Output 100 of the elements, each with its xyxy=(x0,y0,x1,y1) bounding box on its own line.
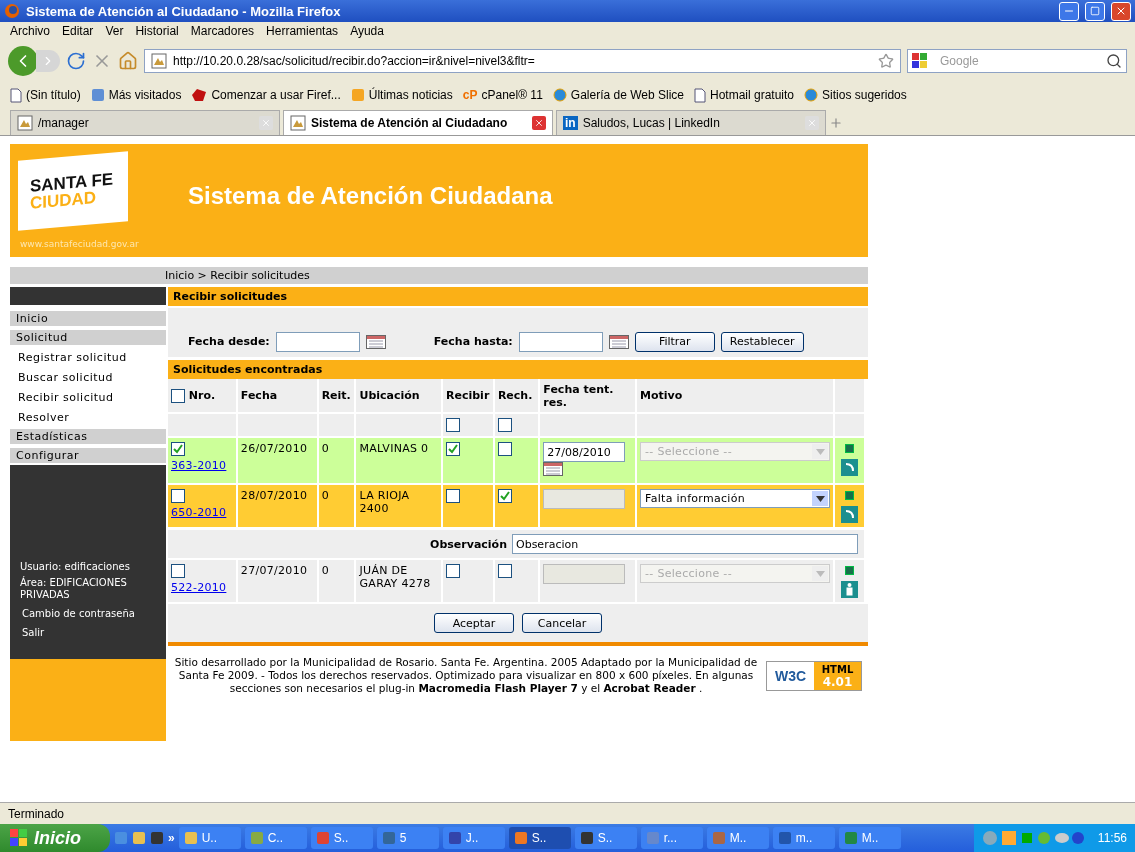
taskbar-item[interactable]: S.. xyxy=(310,827,373,849)
calendar-icon[interactable] xyxy=(608,334,629,349)
app-icon xyxy=(183,831,198,845)
request-link[interactable]: 650-2010 xyxy=(171,506,227,519)
checkbox[interactable] xyxy=(497,564,512,578)
request-link[interactable]: 363-2010 xyxy=(171,459,227,472)
taskbar-item[interactable]: M.. xyxy=(706,827,769,849)
maximize-button[interactable] xyxy=(1085,1,1105,21)
user-link[interactable]: Salir xyxy=(20,627,160,639)
menu-item[interactable]: Marcadores xyxy=(190,24,255,38)
checkbox[interactable] xyxy=(497,442,512,456)
page-icon xyxy=(10,87,22,103)
address-field[interactable]: http://10.20.0.28/sac/solicitud/recibir.do?accion=ir&nivel=nivel3&fltr= xyxy=(144,49,901,73)
checkbox[interactable] xyxy=(497,418,512,432)
menu-item[interactable]: Ayuda xyxy=(350,24,384,38)
menu-item[interactable]: Editar xyxy=(62,24,94,38)
checkbox[interactable] xyxy=(171,442,185,456)
checkbox[interactable] xyxy=(446,489,460,503)
menu-item[interactable]: Herramientas xyxy=(266,24,339,38)
calendar-icon[interactable] xyxy=(365,334,386,349)
user-link[interactable]: Cambio de contraseña xyxy=(20,608,160,620)
w3c-badge: W3C HTML 4.01 xyxy=(766,660,862,691)
taskbar-item[interactable]: S.. xyxy=(574,827,637,849)
start-button[interactable]: Inicio xyxy=(0,824,110,852)
date-field[interactable] xyxy=(275,331,360,352)
app-icon xyxy=(513,831,528,845)
checkbox[interactable] xyxy=(171,489,185,503)
taskbar-item[interactable]: C.. xyxy=(244,827,307,849)
status-icon xyxy=(845,444,854,453)
sidebar-link[interactable]: Registrar solicitud xyxy=(10,347,166,367)
browser-tab[interactable]: in Saludos, Lucas | LinkedIn xyxy=(556,110,826,135)
menu-item[interactable]: Archivo xyxy=(10,24,50,38)
sidebar-item[interactable]: Estadísticas xyxy=(10,429,166,444)
sidebar-link[interactable]: Recibir solicitud xyxy=(10,387,166,407)
person-button[interactable] xyxy=(841,581,858,598)
checkbox[interactable] xyxy=(497,489,512,503)
cpanel-icon: cP xyxy=(462,88,478,102)
sidebar-item[interactable]: Configurar xyxy=(10,448,166,463)
checkbox[interactable] xyxy=(446,418,460,432)
date-field[interactable] xyxy=(518,331,603,352)
taskbar-item[interactable]: S.. xyxy=(508,827,571,849)
bookmark[interactable]: Comenzar a usar Firef... xyxy=(191,88,341,102)
search-icon[interactable] xyxy=(1106,53,1122,69)
column-header: Nro. xyxy=(168,379,236,414)
back-button[interactable] xyxy=(8,46,38,76)
taskbar-item[interactable]: m.. xyxy=(772,827,835,849)
globe-icon xyxy=(552,88,567,102)
caret-icon xyxy=(815,448,825,455)
browser-tab[interactable]: Sistema de Atención al Ciudadano xyxy=(283,110,553,135)
column-header: Reit. xyxy=(318,379,355,414)
bookmark[interactable]: Más visitados xyxy=(90,88,182,102)
date-field[interactable]: 27/08/2010 xyxy=(543,442,626,462)
menu-item[interactable]: Historial xyxy=(135,24,179,38)
form-button[interactable]: Aceptar xyxy=(434,613,514,633)
clock: 11:56 xyxy=(1097,831,1127,845)
person-icon xyxy=(845,583,854,596)
sidebar-item[interactable]: Solicitud xyxy=(10,330,166,345)
filter-button[interactable]: Restablecer xyxy=(720,331,804,352)
arrow-button[interactable] xyxy=(841,506,858,523)
bookmark[interactable]: (Sin título) xyxy=(10,87,81,103)
close-icon xyxy=(1115,5,1127,17)
close-icon xyxy=(261,118,271,128)
sidebar-link[interactable]: Buscar solicitud xyxy=(10,367,166,387)
menu-item[interactable]: Ver xyxy=(105,24,124,38)
close-tab-button[interactable] xyxy=(532,116,546,130)
arrow-button[interactable] xyxy=(841,459,858,476)
sidebar-item[interactable]: Inicio xyxy=(10,311,166,326)
bookmark[interactable]: Sitios sugeridos xyxy=(804,88,907,102)
taskbar-item[interactable]: M.. xyxy=(838,827,901,849)
browser-tab[interactable]: /manager xyxy=(10,110,280,135)
close-button[interactable] xyxy=(1111,1,1131,21)
form-button[interactable]: Cancelar xyxy=(522,613,602,633)
observation-field[interactable]: Obseracion xyxy=(512,534,858,554)
checkbox[interactable] xyxy=(446,564,460,578)
bookmark[interactable]: Hotmail gratuito xyxy=(694,87,795,103)
bookmark[interactable]: cP cPanel® 11 xyxy=(462,88,543,102)
maximize-icon xyxy=(1090,6,1100,16)
reload-icon[interactable] xyxy=(66,51,86,71)
calendar-icon[interactable] xyxy=(543,462,564,476)
checkbox[interactable] xyxy=(171,564,185,578)
bookmark[interactable]: Últimas noticias xyxy=(350,88,453,102)
page-icon xyxy=(290,115,306,131)
more-button[interactable]: » xyxy=(168,831,175,845)
taskbar-item[interactable]: r... xyxy=(640,827,703,849)
app-icon xyxy=(114,831,128,845)
checkbox[interactable] xyxy=(446,442,460,456)
star-icon[interactable] xyxy=(878,53,894,69)
taskbar-item[interactable]: U.. xyxy=(178,827,241,849)
filter-button[interactable]: Filtrar xyxy=(634,331,715,352)
minimize-button[interactable] xyxy=(1059,1,1079,21)
reason-select[interactable]: Falta información xyxy=(640,489,831,508)
taskbar-item[interactable]: 5 xyxy=(376,827,439,849)
checkbox[interactable] xyxy=(171,388,185,403)
windows-flag-icon xyxy=(10,829,28,847)
sidebar-link[interactable]: Resolver xyxy=(10,407,166,427)
bookmark[interactable]: Galería de Web Slice xyxy=(552,88,684,102)
column-header: Recibir xyxy=(443,379,493,414)
site-url: www.santafeciudad.gov.ar xyxy=(20,239,139,249)
request-link[interactable]: 522-2010 xyxy=(171,581,227,594)
taskbar-item[interactable]: J.. xyxy=(442,827,505,849)
